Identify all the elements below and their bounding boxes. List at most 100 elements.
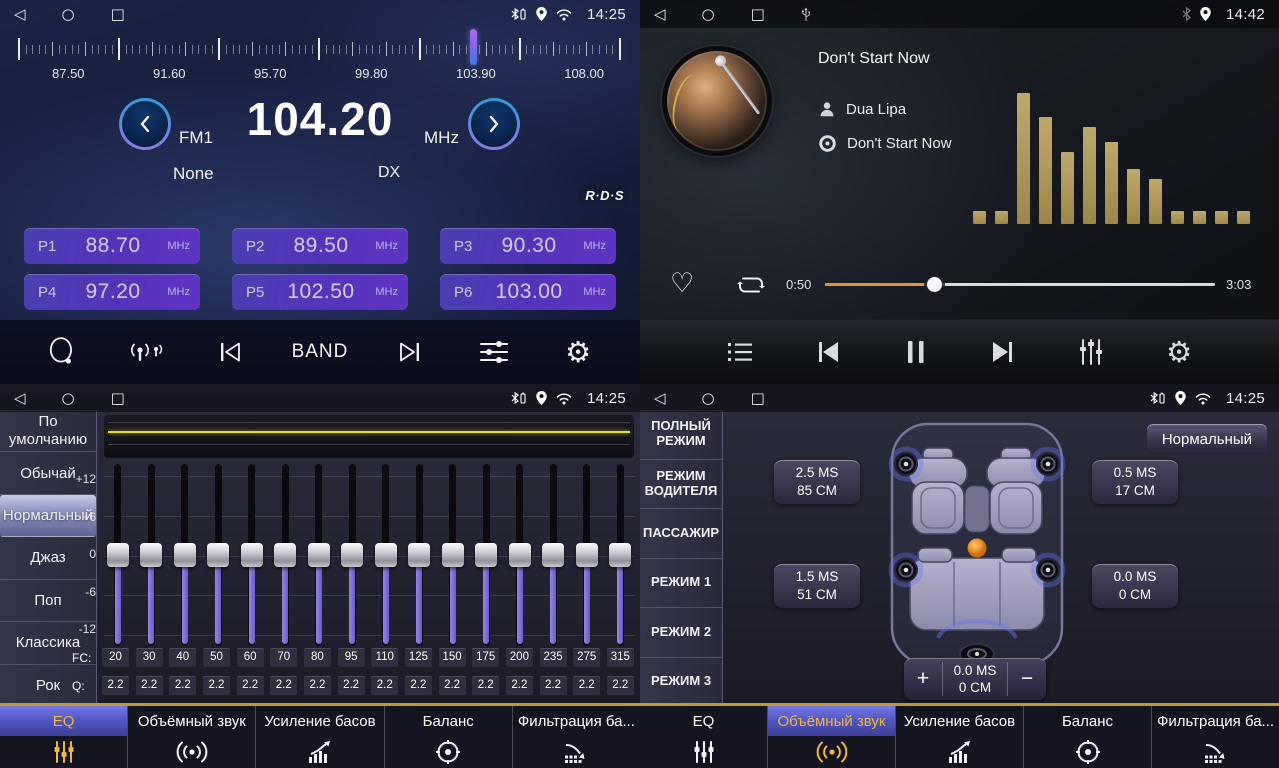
eq-band-slider[interactable]	[607, 464, 634, 646]
fc-value-chip[interactable]: 175	[472, 648, 499, 667]
tab-balance[interactable]: Баланс	[1024, 706, 1152, 768]
back-icon[interactable]: ◁	[14, 384, 26, 412]
fc-value-chip[interactable]: 60	[237, 648, 264, 667]
eq-band-slider[interactable]	[205, 464, 232, 646]
eq-band-slider[interactable]	[506, 464, 533, 646]
recents-icon[interactable]: □	[751, 384, 765, 412]
eq-band-slider[interactable]	[473, 464, 500, 646]
slider-knob[interactable]	[576, 543, 598, 567]
album-art[interactable]	[662, 46, 772, 156]
fc-value-chip[interactable]: 40	[169, 648, 196, 667]
home-icon[interactable]: ○	[702, 384, 715, 412]
slider-knob[interactable]	[274, 543, 296, 567]
q-value-chip[interactable]: 2.2	[270, 676, 297, 695]
eq-band-slider[interactable]	[439, 464, 466, 646]
stage-mode-item[interactable]: РЕЖИМ 3	[640, 658, 722, 707]
fc-value-chip[interactable]: 110	[371, 648, 398, 667]
fc-value-chip[interactable]: 200	[506, 648, 533, 667]
fc-value-chip[interactable]: 235	[540, 648, 567, 667]
repeat-icon[interactable]	[735, 272, 767, 298]
pause-icon[interactable]	[894, 328, 938, 376]
eq-band-slider[interactable]	[238, 464, 265, 646]
slider-knob[interactable]	[375, 543, 397, 567]
tab-eq[interactable]: EQ	[0, 706, 128, 768]
fc-value-chip[interactable]: 70	[270, 648, 297, 667]
slider-knob[interactable]	[341, 543, 363, 567]
slider-knob[interactable]	[107, 543, 129, 567]
decrease-delay-button[interactable]: −	[1008, 658, 1046, 700]
q-value-chip[interactable]: 2.2	[338, 676, 365, 695]
tab-bass-boost[interactable]: Усиление басов	[896, 706, 1024, 768]
slider-knob[interactable]	[174, 543, 196, 567]
preset-button-p5[interactable]: P5102.50MHz	[232, 274, 408, 310]
home-icon[interactable]: ○	[62, 384, 75, 412]
q-value-chip[interactable]: 2.2	[540, 676, 567, 695]
eq-preset-item[interactable]: По умолчанию	[0, 410, 96, 452]
eq-band-slider[interactable]	[272, 464, 299, 646]
frequency-pointer[interactable]	[470, 29, 477, 65]
settings-gear-icon[interactable]: ⚙	[1157, 328, 1201, 376]
q-value-chip[interactable]: 2.2	[439, 676, 466, 695]
stage-mode-item[interactable]: ПОЛНЫЙ РЕЖИМ	[640, 410, 722, 460]
slider-knob[interactable]	[509, 543, 531, 567]
slider-knob[interactable]	[241, 543, 263, 567]
q-value-chip[interactable]: 2.2	[169, 676, 196, 695]
back-icon[interactable]: ◁	[654, 0, 666, 28]
eq-band-slider[interactable]	[171, 464, 198, 646]
q-value-chip[interactable]: 2.2	[371, 676, 398, 695]
tab-crossover-filter[interactable]: Фильтрация ба...	[1152, 706, 1279, 768]
stage-mode-item[interactable]: РЕЖИМ ВОДИТЕЛЯ	[640, 460, 722, 510]
slider-knob[interactable]	[542, 543, 564, 567]
tab-balance[interactable]: Баланс	[385, 706, 513, 768]
eq-band-slider[interactable]	[104, 464, 131, 646]
fc-value-chip[interactable]: 80	[304, 648, 331, 667]
fc-value-chip[interactable]: 315	[607, 648, 634, 667]
equalizer-icon[interactable]	[1069, 328, 1113, 376]
fc-value-chip[interactable]: 125	[405, 648, 432, 667]
increase-delay-button[interactable]: +	[904, 658, 942, 700]
slider-knob[interactable]	[308, 543, 330, 567]
previous-station-icon[interactable]	[208, 328, 252, 376]
seek-bar[interactable]	[825, 283, 1215, 286]
seek-up-button[interactable]	[468, 98, 520, 150]
stage-mode-item[interactable]: ПАССАЖИР	[640, 509, 722, 559]
playlist-icon[interactable]	[718, 328, 762, 376]
eq-band-slider[interactable]	[138, 464, 165, 646]
preset-button-p1[interactable]: P188.70MHz	[24, 228, 200, 264]
eq-band-slider[interactable]	[372, 464, 399, 646]
scan-icon[interactable]	[40, 328, 84, 376]
next-station-icon[interactable]	[388, 328, 432, 376]
q-value-chip[interactable]: 2.2	[304, 676, 331, 695]
eq-band-slider[interactable]	[305, 464, 332, 646]
fc-value-chip[interactable]: 20	[102, 648, 129, 667]
eq-band-slider[interactable]	[406, 464, 433, 646]
settings-gear-icon[interactable]: ⚙	[556, 328, 600, 376]
eq-band-slider[interactable]	[339, 464, 366, 646]
q-value-chip[interactable]: 2.2	[102, 676, 129, 695]
fc-value-chip[interactable]: 150	[439, 648, 466, 667]
q-value-chip[interactable]: 2.2	[472, 676, 499, 695]
back-icon[interactable]: ◁	[14, 0, 26, 28]
tab-crossover-filter[interactable]: Фильтрация ба...	[513, 706, 640, 768]
slider-knob[interactable]	[442, 543, 464, 567]
tab-surround[interactable]: Объёмный звук	[768, 706, 896, 768]
q-value-chip[interactable]: 2.2	[573, 676, 600, 695]
slider-knob[interactable]	[207, 543, 229, 567]
tab-bass-boost[interactable]: Усиление басов	[256, 706, 384, 768]
q-value-chip[interactable]: 2.2	[405, 676, 432, 695]
slider-knob[interactable]	[140, 543, 162, 567]
preset-button-p6[interactable]: P6103.00MHz	[440, 274, 616, 310]
q-value-chip[interactable]: 2.2	[237, 676, 264, 695]
preset-button-p2[interactable]: P289.50MHz	[232, 228, 408, 264]
home-icon[interactable]: ○	[702, 0, 715, 28]
q-value-chip[interactable]: 2.2	[607, 676, 634, 695]
fc-value-chip[interactable]: 30	[136, 648, 163, 667]
stage-mode-item[interactable]: РЕЖИМ 2	[640, 608, 722, 658]
dx-mode[interactable]: DX	[378, 164, 400, 182]
preset-button-p4[interactable]: P497.20MHz	[24, 274, 200, 310]
tab-eq[interactable]: EQ	[640, 706, 768, 768]
fc-value-chip[interactable]: 50	[203, 648, 230, 667]
audio-settings-icon[interactable]	[472, 328, 516, 376]
tuner-antenna-icon[interactable]	[124, 328, 168, 376]
preset-button-p3[interactable]: P390.30MHz	[440, 228, 616, 264]
